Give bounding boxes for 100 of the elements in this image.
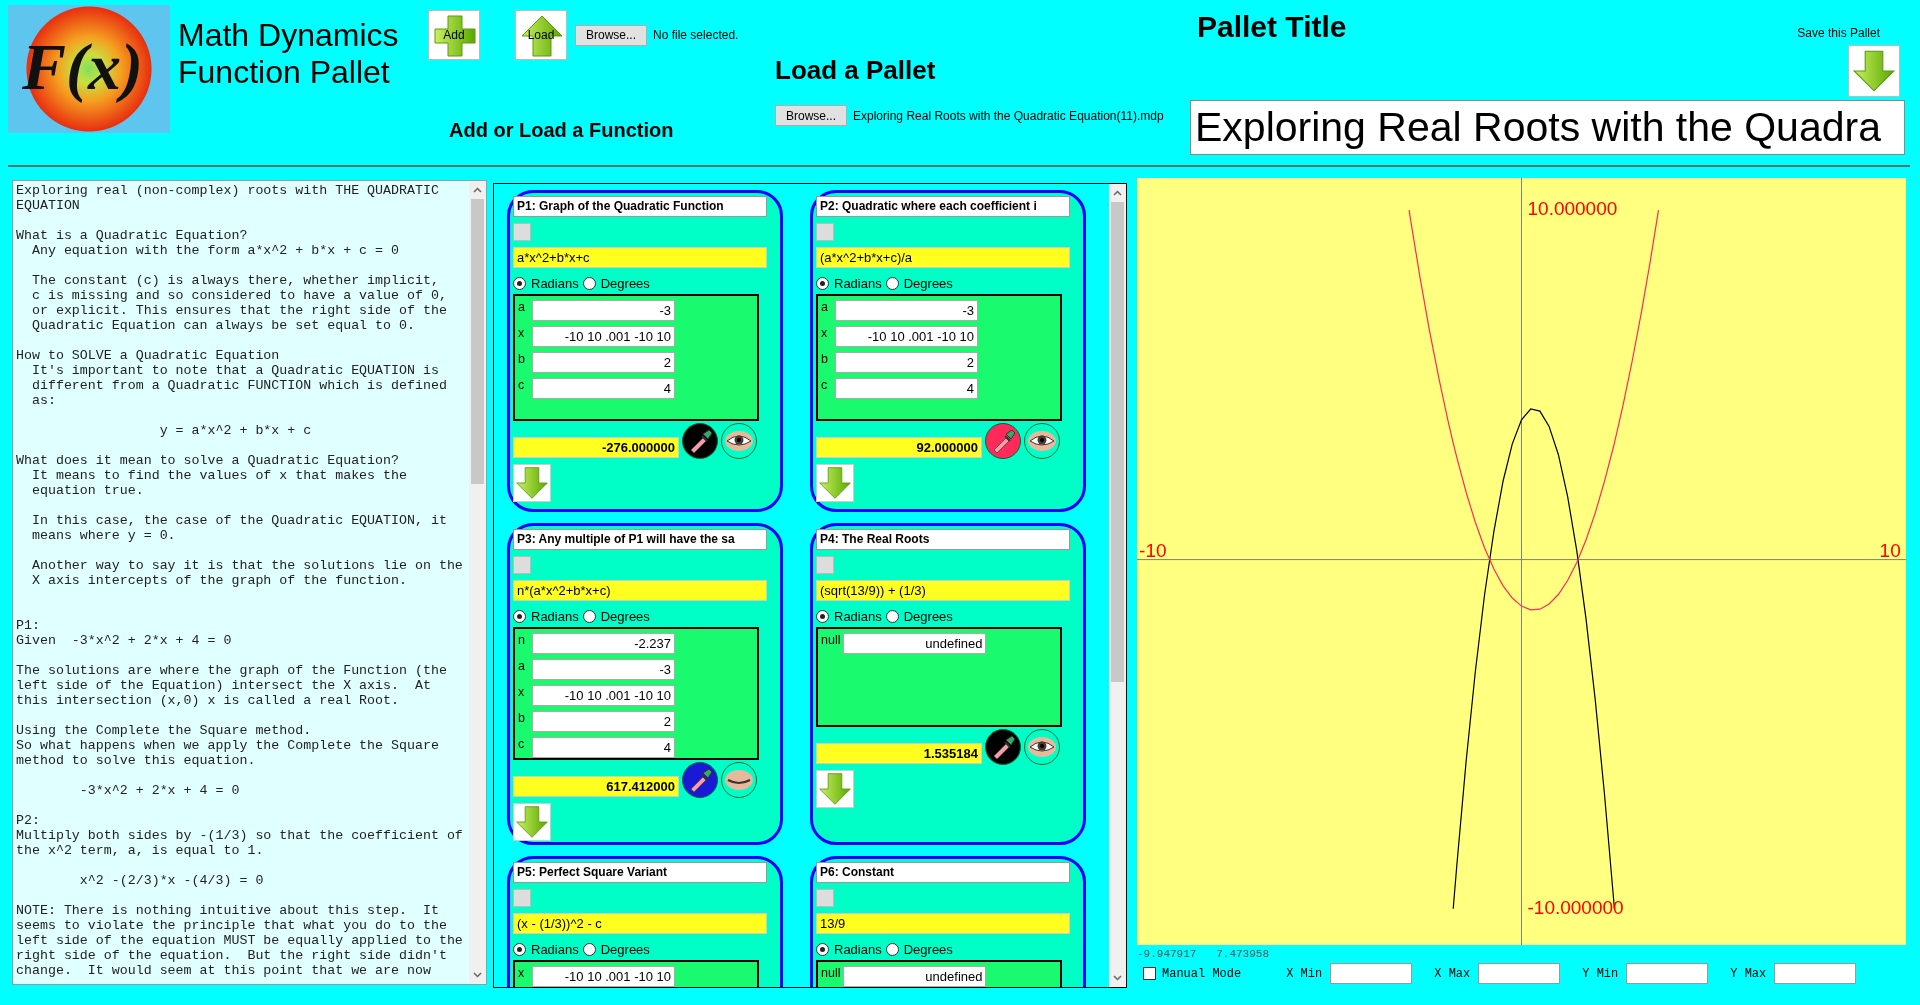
eye-icon	[1027, 736, 1057, 758]
formula-field[interactable]: n*(a*x^2+b*x+c)	[513, 580, 767, 601]
scrollbar[interactable]	[469, 181, 486, 984]
arrow-icon	[1852, 49, 1896, 93]
card-title-field[interactable]: P4: The Real Roots	[816, 529, 1070, 550]
radio-option[interactable]: Radians	[816, 276, 882, 291]
radio-option[interactable]: Radians	[816, 942, 882, 957]
down-button[interactable]	[816, 770, 854, 808]
field-label: Y Min	[1582, 966, 1619, 981]
parameter-field[interactable]: -10 10 .001 -10 10	[532, 966, 675, 987]
swatch[interactable]	[816, 223, 834, 241]
parameter-label: x	[821, 326, 829, 340]
parameter-label: null	[821, 966, 841, 980]
swatch[interactable]	[513, 556, 531, 574]
section-heading: Load a Pallet	[775, 55, 937, 86]
card-title-field[interactable]: P5: Perfect Square Variant	[513, 862, 767, 883]
section-caption: Add or Load a Function	[449, 119, 675, 142]
axis-label: 10	[1879, 539, 1901, 561]
radio-option[interactable]: Radians	[513, 609, 579, 624]
radio-circle[interactable]	[885, 943, 899, 956]
arrow-icon	[515, 805, 549, 839]
parameter-label: a	[821, 300, 829, 314]
parameter-field[interactable]: undefined	[843, 633, 987, 654]
parameter-field[interactable]: -2.237	[532, 633, 675, 654]
radio-circle[interactable]	[582, 610, 596, 623]
parameter-field[interactable]: 4	[532, 378, 675, 399]
field-label: Y Max	[1730, 966, 1767, 981]
down-button[interactable]	[816, 464, 854, 502]
visibility-toggle[interactable]	[721, 762, 757, 798]
radio-option[interactable]: Radians	[513, 276, 579, 291]
formula-field[interactable]: (a*x^2+b*x+c)/a	[816, 247, 1070, 268]
parameter-field[interactable]: -10 10 .001 -10 10	[532, 685, 675, 706]
radio-option[interactable]: Radians	[513, 942, 579, 957]
radio-option[interactable]: Degrees	[885, 276, 953, 291]
arrow-icon	[818, 466, 852, 500]
parameter-field[interactable]: 4	[532, 737, 675, 758]
parameter-field[interactable]: 2	[532, 352, 675, 373]
parameter-field[interactable]: -10 10 .001 -10 10	[835, 326, 978, 347]
formula-field[interactable]: 13/9	[816, 913, 1070, 934]
radio-circle[interactable]	[816, 943, 829, 956]
parameter-field[interactable]: undefined	[843, 966, 987, 987]
radio-option[interactable]: Radians	[816, 609, 882, 624]
swatch[interactable]	[513, 889, 531, 907]
parameter-field[interactable]: -3	[532, 300, 675, 321]
parameter-field[interactable]: -3	[532, 659, 675, 680]
range-field[interactable]	[1626, 963, 1709, 984]
parameter-label: b	[821, 352, 829, 366]
radio-option[interactable]: Degrees	[582, 276, 650, 291]
parameter-field[interactable]: 2	[835, 352, 978, 373]
formula-field[interactable]: (x - (1/3))^2 - c	[513, 913, 767, 934]
radio-option[interactable]: Degrees	[885, 942, 953, 957]
parameter-field[interactable]: 4	[835, 378, 978, 399]
radio-circle[interactable]	[513, 277, 526, 290]
scrollbar[interactable]	[1109, 184, 1126, 987]
title-field[interactable]: Exploring Real Roots with the Quadra	[1190, 100, 1905, 155]
color-picker[interactable]	[985, 729, 1021, 765]
swatch[interactable]	[513, 223, 531, 241]
radio-circle[interactable]	[582, 943, 596, 956]
card-title-field[interactable]: P2: Quadratic where each coefficient i	[816, 196, 1070, 217]
radio-circle[interactable]	[885, 610, 899, 623]
range-field[interactable]	[1774, 963, 1857, 984]
radio-circle[interactable]	[885, 277, 899, 290]
browse-button[interactable]: Browse...	[575, 24, 647, 46]
result-field: 617.412000	[513, 776, 679, 797]
parameter-field[interactable]: -10 10 .001 -10 10	[532, 326, 675, 347]
parameter-field[interactable]: -3	[835, 300, 978, 321]
color-picker[interactable]	[682, 423, 718, 459]
result-field: 1.535184	[816, 743, 982, 764]
parameter-label: c	[518, 737, 526, 751]
card-title-field[interactable]: P1: Graph of the Quadratic Function	[513, 196, 767, 217]
card-title-field[interactable]: P3: Any multiple of P1 will have the sa	[513, 529, 767, 550]
down-button[interactable]	[513, 803, 551, 841]
browse-button[interactable]: Browse...	[775, 105, 847, 126]
formula-field[interactable]: a*x^2+b*x+c	[513, 247, 767, 268]
load-button[interactable]: Load	[515, 10, 567, 60]
color-picker[interactable]	[682, 762, 718, 798]
swatch[interactable]	[816, 556, 834, 574]
radio-circle[interactable]	[513, 610, 526, 623]
range-field[interactable]	[1330, 963, 1413, 984]
down-button[interactable]	[513, 464, 551, 502]
radio-circle[interactable]	[582, 277, 596, 290]
add-button[interactable]: Add	[428, 10, 480, 60]
radio-option[interactable]: Degrees	[582, 942, 650, 957]
visibility-toggle[interactable]	[721, 423, 757, 459]
radio-circle[interactable]	[816, 610, 829, 623]
parameter-label: a	[518, 300, 526, 314]
checkbox[interactable]	[1143, 967, 1156, 980]
radio-option[interactable]: Degrees	[885, 609, 953, 624]
formula-field[interactable]: (sqrt(13/9)) + (1/3)	[816, 580, 1070, 601]
card-title-field[interactable]: P6: Constant	[816, 862, 1070, 883]
radio-circle[interactable]	[816, 277, 829, 290]
visibility-toggle[interactable]	[1024, 729, 1060, 765]
range-field[interactable]	[1478, 963, 1561, 984]
color-picker[interactable]	[985, 423, 1021, 459]
swatch[interactable]	[816, 889, 834, 907]
parameter-field[interactable]: 2	[532, 711, 675, 732]
radio-option[interactable]: Degrees	[582, 609, 650, 624]
visibility-toggle[interactable]	[1024, 423, 1060, 459]
save-button[interactable]	[1848, 45, 1900, 97]
radio-circle[interactable]	[513, 943, 526, 956]
